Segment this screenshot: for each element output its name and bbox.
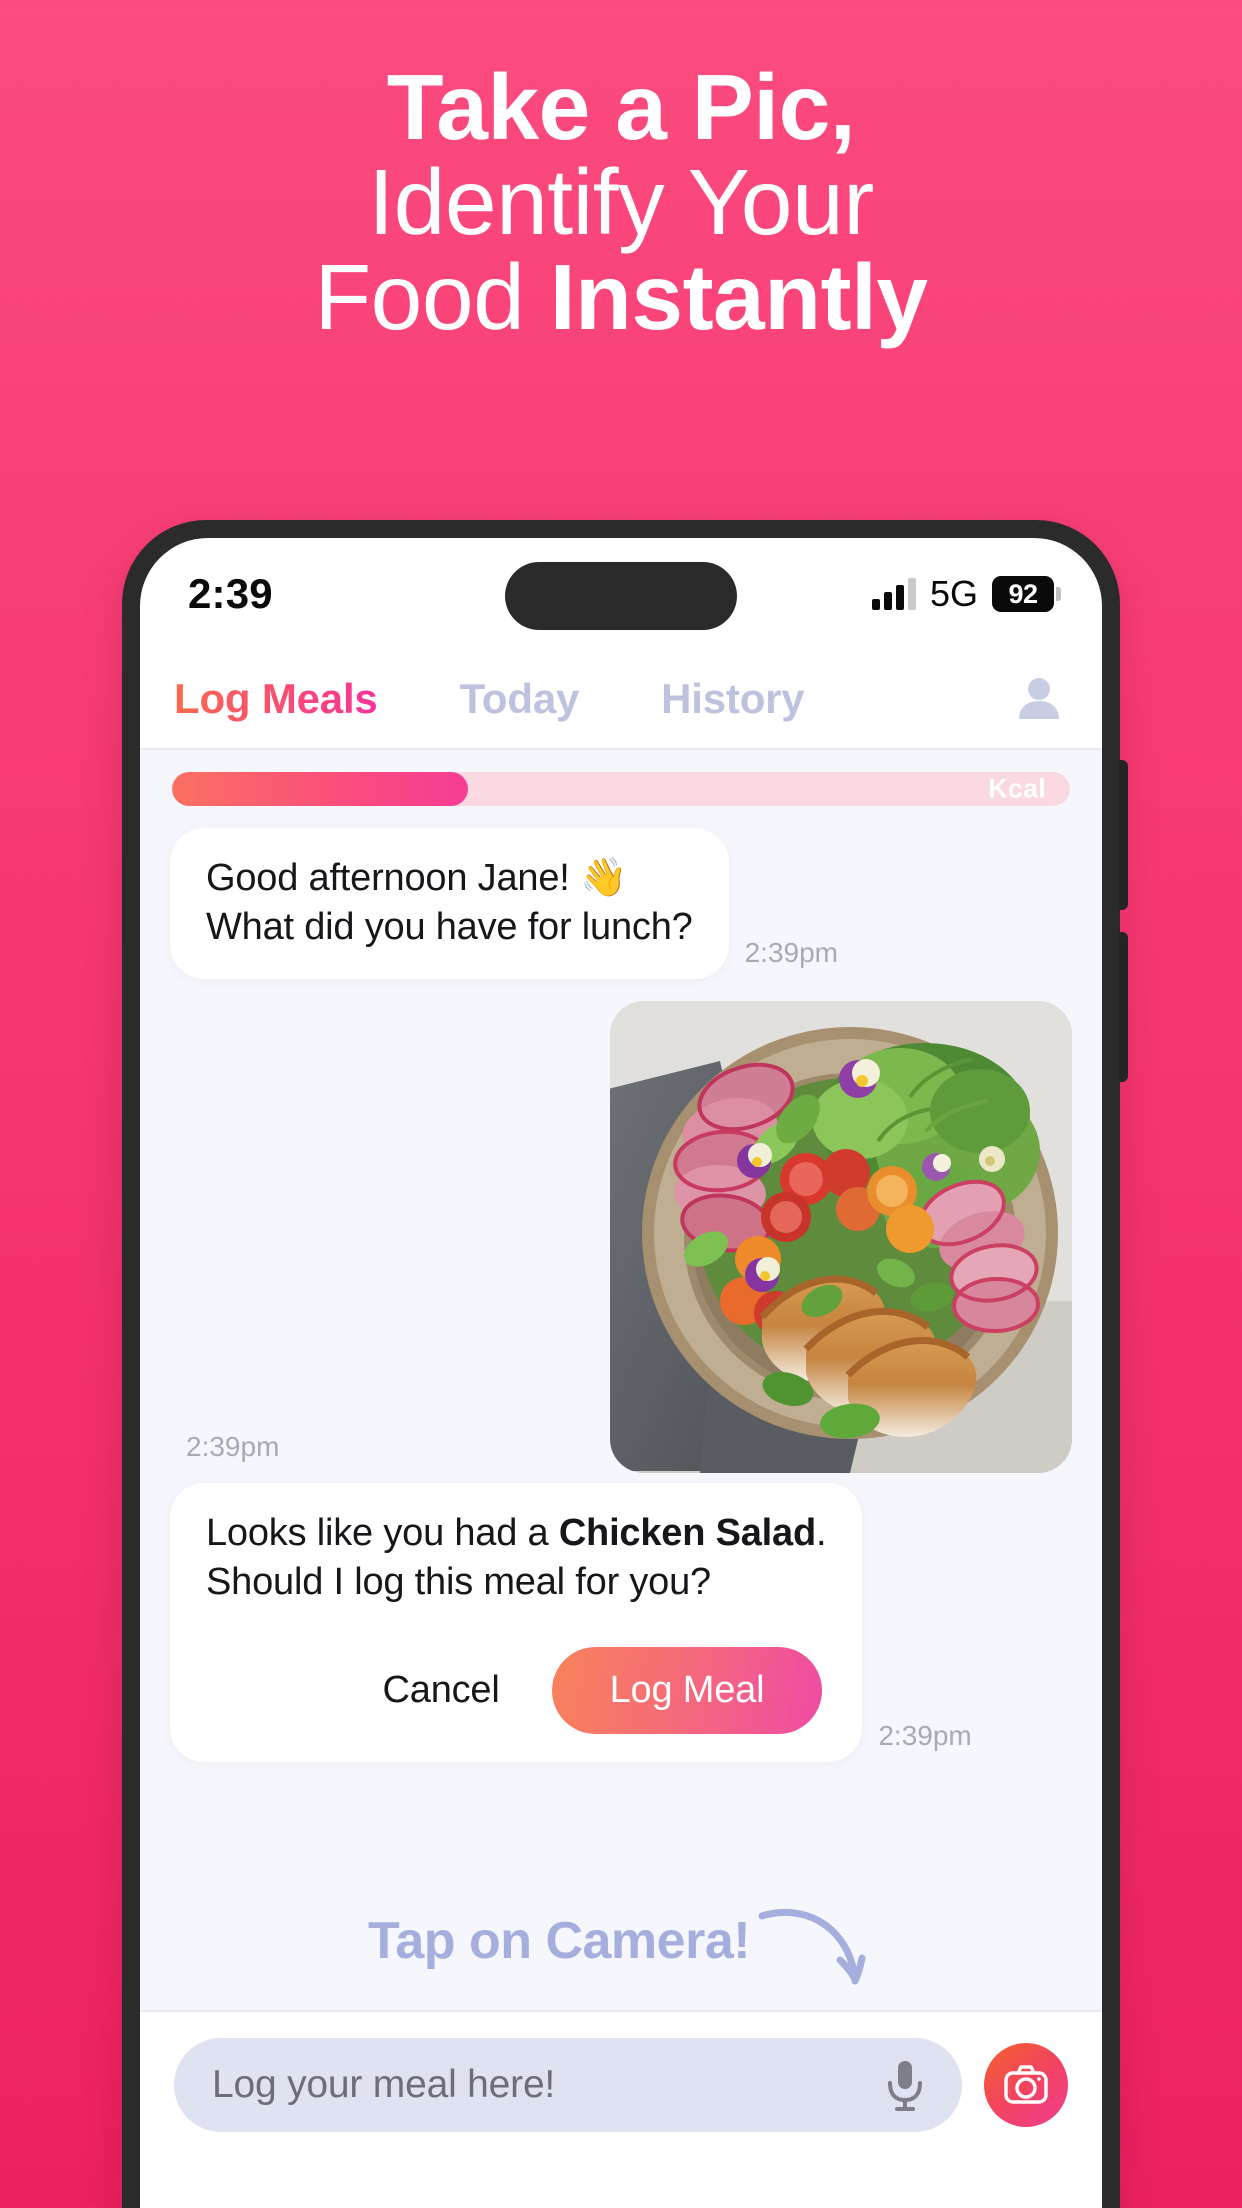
battery-icon: 92 [992,576,1061,612]
status-time: 2:39 [188,570,273,617]
meal-input-field[interactable]: Log your meal here! [174,2038,962,2132]
headline-line-2: Identify Your [368,149,874,254]
bubble-action-row: Cancel Log Meal [206,1646,826,1734]
kcal-progress-bar: Kcal [172,772,1070,806]
kcal-progress-fill [172,772,469,806]
food-photo-image [610,1001,1072,1474]
battery-level: 92 [1008,578,1038,609]
tab-log-meals[interactable]: Log Meals [174,675,378,723]
kcal-label: Kcal [988,773,1046,804]
identified-food-name: Chicken Salad [558,1512,816,1555]
identification-suffix: . [815,1512,827,1555]
message-row-photo: 2:39pm [170,1001,1072,1474]
promo-headline: Take a Pic, Identify Your Food Instantly [0,60,1242,345]
greeting-line-2: What did you have for lunch? [206,905,693,948]
message-composer: Log your meal here! [140,2010,1102,2162]
profile-button[interactable] [1006,666,1072,732]
log-meal-button[interactable]: Log Meal [551,1646,823,1734]
headline-line-1: Take a Pic, [386,55,856,159]
meal-input-placeholder: Log your meal here! [212,2063,556,2106]
headline-line-3-light: Food [314,244,550,349]
camera-hint: Tap on Camera! [140,1886,1102,1996]
tab-bar: Log Meals Today History [140,650,1102,750]
volume-down-button[interactable] [1119,932,1128,1082]
status-bar: 2:39 5G 92 [140,538,1102,650]
phone-mockup: 2:39 5G 92 Log Meals Today History Kcal … [122,520,1128,2208]
headline-line-3: Food Instantly [0,249,1242,345]
tab-history[interactable]: History [661,675,805,723]
chat-bubble-greeting: Good afternoon Jane! 👋 What did you have… [170,828,729,980]
status-indicators: 5G 92 [871,573,1061,615]
identification-line-2: Should I log this meal for you? [206,1560,711,1603]
camera-button[interactable] [984,2043,1068,2127]
cancel-button[interactable]: Cancel [375,1669,508,1712]
food-photo[interactable] [610,1001,1072,1474]
dynamic-island [505,562,737,630]
curved-arrow-icon [758,1909,866,1985]
volume-up-button[interactable] [1119,760,1128,910]
message-timestamp: 2:39pm [878,1719,972,1751]
person-icon [1019,678,1059,719]
signal-bars-icon [871,578,916,610]
chat-bubble-identification: Looks like you had a Chicken Salad. Shou… [170,1483,863,1762]
kcal-progress-row: Kcal [170,764,1072,828]
message-timestamp: 2:39pm [744,937,838,969]
tab-today[interactable]: Today [460,675,580,723]
network-label: 5G [929,573,978,614]
chat-area[interactable]: Kcal Good afternoon Jane! 👋 What did you… [140,750,1102,2010]
identification-prefix: Looks like you had a [206,1512,559,1555]
camera-icon [1004,2065,1048,2104]
message-timestamp: 2:39pm [186,1431,280,1463]
microphone-icon[interactable] [882,2059,928,2111]
phone-screen: 2:39 5G 92 Log Meals Today History Kcal … [140,538,1102,2208]
message-row-identification: Looks like you had a Chicken Salad. Shou… [170,1483,1072,1762]
camera-hint-text: Tap on Camera! [367,1912,751,1970]
battery-tip [1056,587,1061,601]
greeting-line-1: Good afternoon Jane! 👋 [206,857,628,899]
message-row-greeting: Good afternoon Jane! 👋 What did you have… [170,828,1072,980]
headline-line-3-bold: Instantly [549,244,928,349]
identification-line-1: Looks like you had a Chicken Salad. [206,1509,827,1558]
